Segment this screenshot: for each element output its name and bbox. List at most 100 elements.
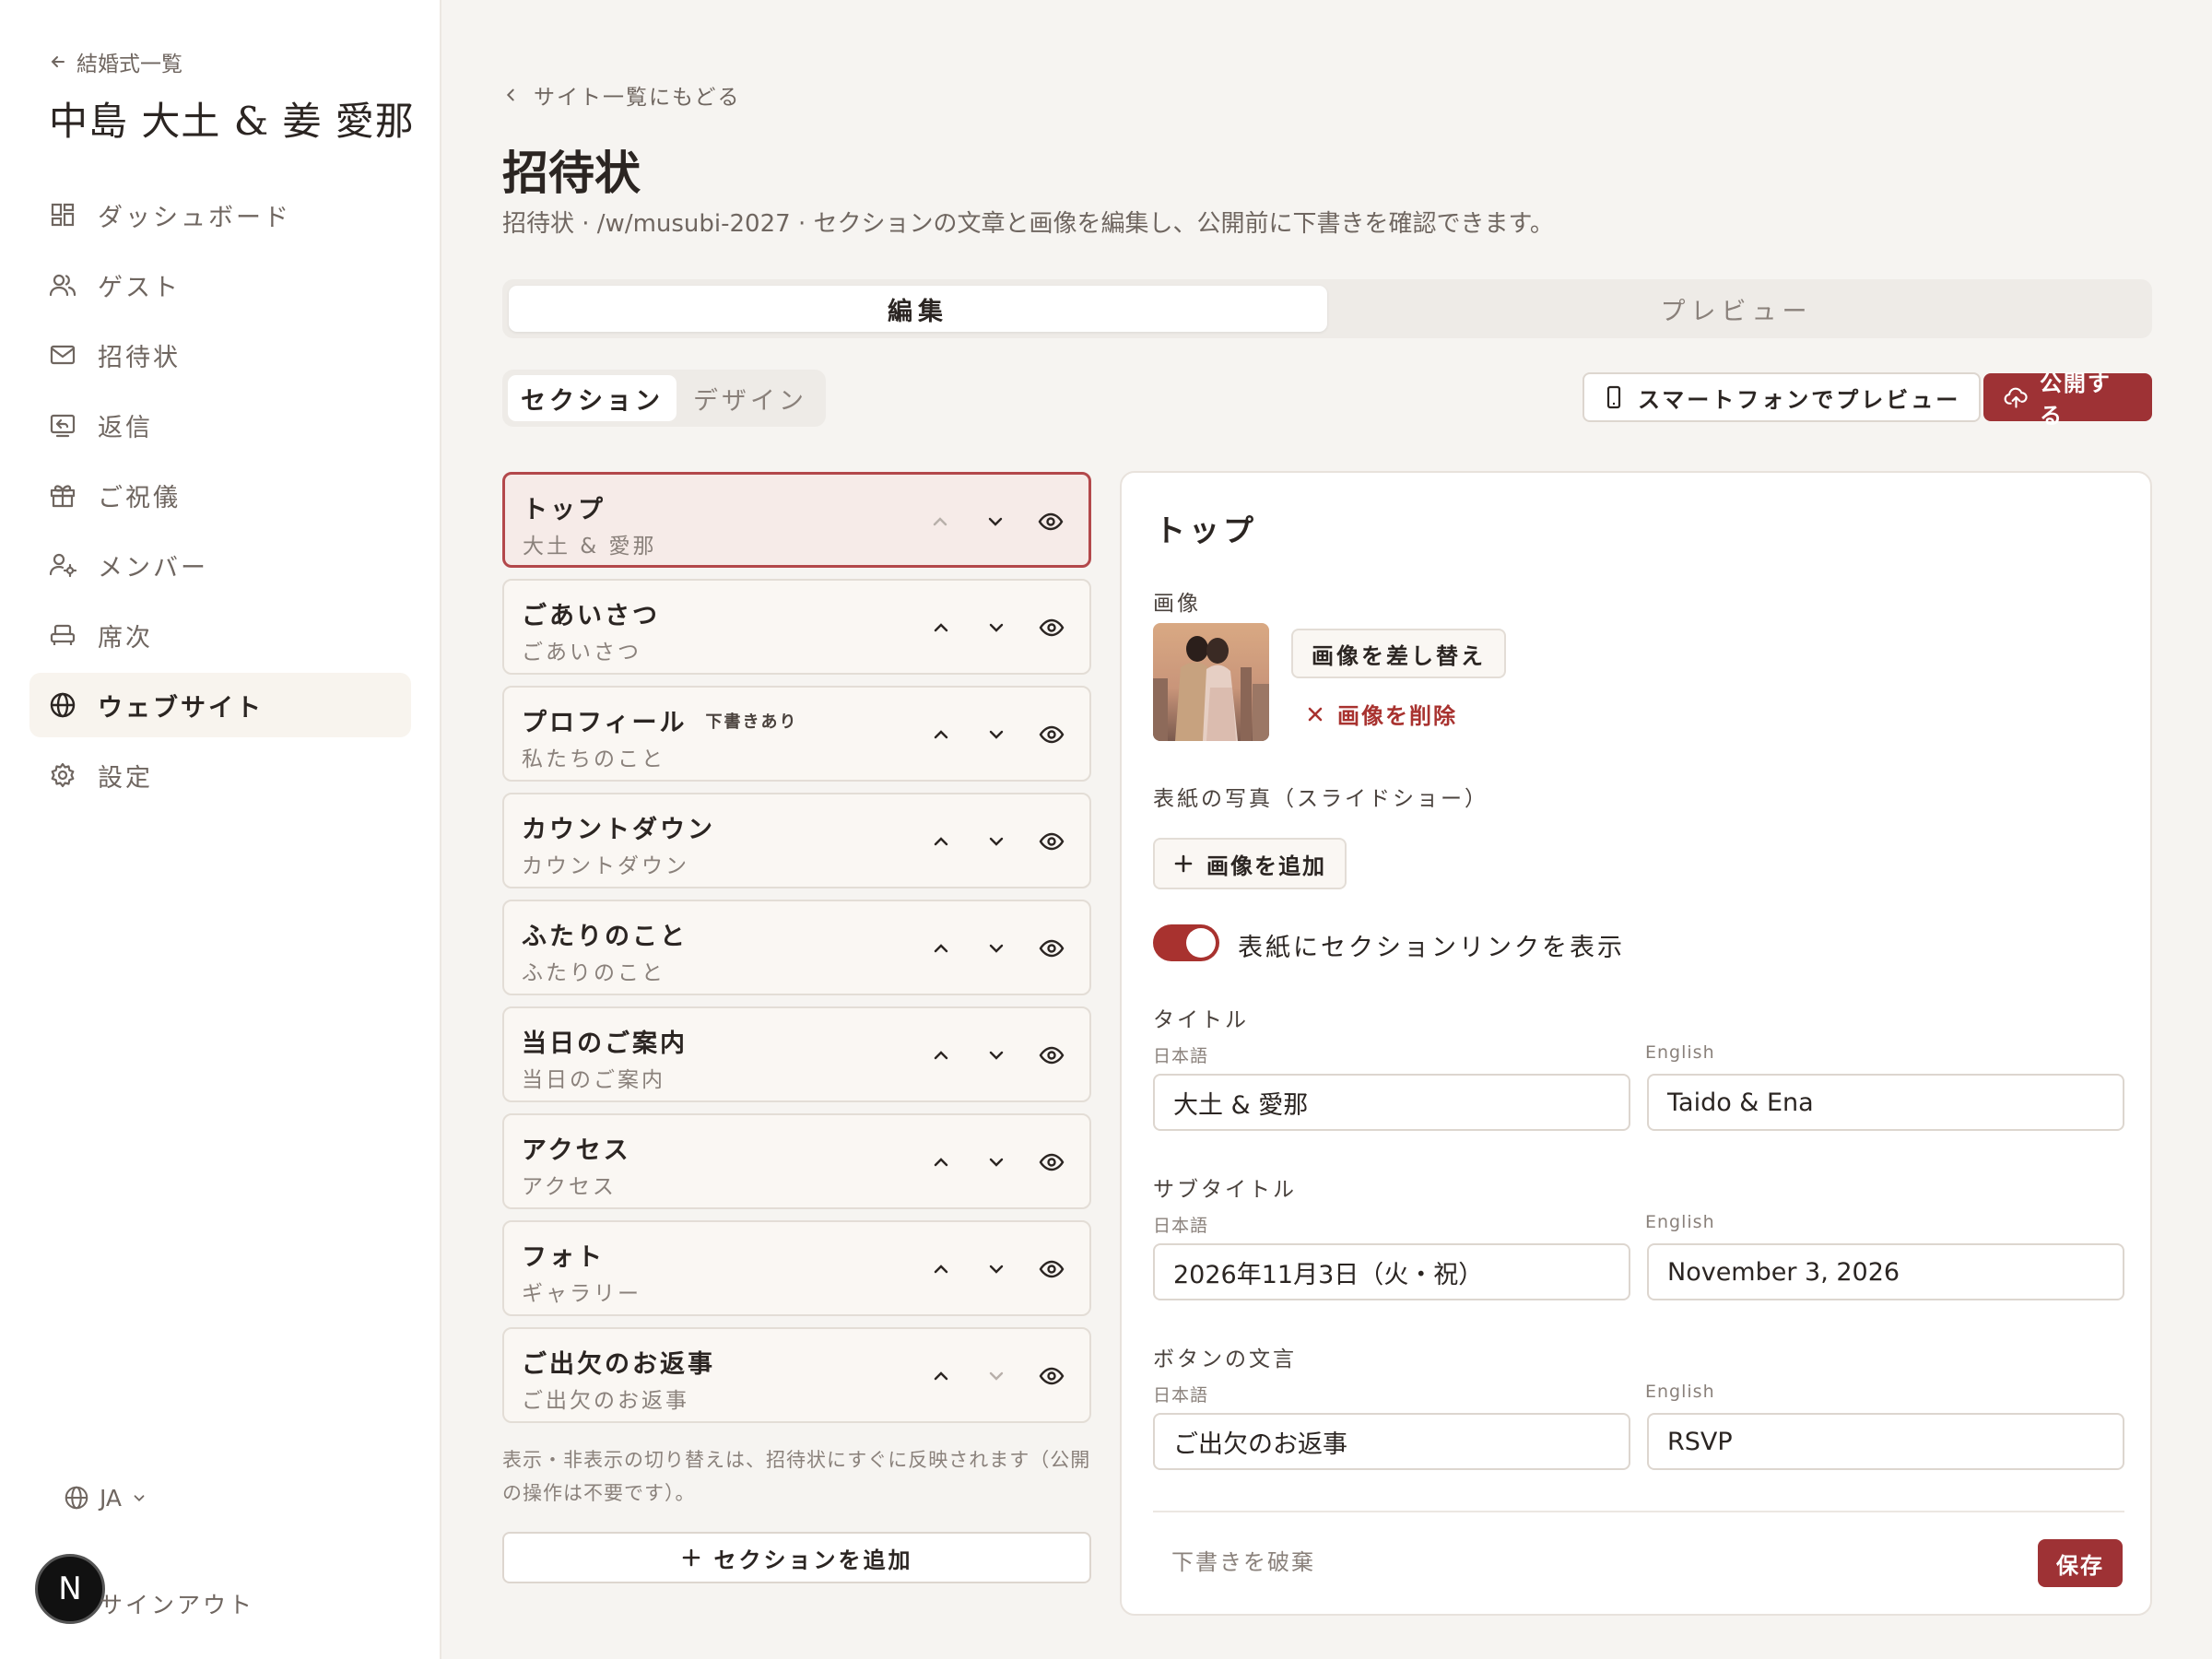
sidebar-item-label: ご祝儀 bbox=[98, 483, 181, 512]
smartphone-preview-button[interactable]: スマートフォンでプレビュー bbox=[1583, 372, 1982, 422]
chevron-up-icon[interactable] bbox=[927, 721, 955, 748]
eye-icon[interactable] bbox=[1038, 614, 1065, 641]
section-name-wrap: カウントダウン bbox=[522, 809, 715, 845]
section-name: ふたりのこと bbox=[522, 923, 688, 951]
section-link-toggle[interactable] bbox=[1153, 924, 1219, 961]
replace-image-button[interactable]: 画像を差し替え bbox=[1291, 629, 1506, 678]
sidebar-item-seating[interactable]: 席次 bbox=[29, 603, 411, 667]
section-actions bbox=[926, 508, 1065, 535]
publish-button[interactable]: 公開する bbox=[1983, 371, 2152, 429]
delete-image-button[interactable]: 画像を削除 bbox=[1306, 698, 1457, 730]
eye-icon[interactable] bbox=[1038, 1255, 1065, 1283]
chevron-up-icon[interactable] bbox=[927, 614, 955, 641]
subtitle-en-label: English bbox=[1645, 1212, 1715, 1232]
section-subtitle: 私たちのこと bbox=[522, 747, 665, 771]
section-item-profile[interactable]: プロフィール 下書きあり 私たちのこと bbox=[502, 686, 1091, 782]
button-ja-input[interactable]: ご出欠のお返事 bbox=[1153, 1413, 1630, 1470]
add-image-button[interactable]: 画像を追加 bbox=[1153, 838, 1347, 889]
section-name-wrap: ふたりのこと bbox=[522, 916, 688, 952]
section-item-top[interactable]: トップ 大土 & 愛那 bbox=[502, 472, 1091, 568]
section-name: ごあいさつ bbox=[522, 602, 660, 630]
section-name-wrap: アクセス bbox=[522, 1130, 631, 1166]
section-name: アクセス bbox=[522, 1136, 631, 1165]
save-button[interactable]: 保存 bbox=[2038, 1539, 2123, 1587]
sidebar-item-gifts[interactable]: ご祝儀 bbox=[29, 463, 411, 527]
chevron-down-icon[interactable] bbox=[982, 1362, 1010, 1390]
visibility-note: 表示・非表示の切り替えは、招待状にすぐに反映されます（公開の操作は不要です）。 bbox=[502, 1449, 1091, 1504]
section-name: トップ bbox=[523, 496, 606, 524]
section-item-greeting[interactable]: ごあいさつ ごあいさつ bbox=[502, 579, 1091, 675]
gift-icon bbox=[50, 485, 76, 508]
couple-name: 中島 大土 & 姜 愛那 bbox=[49, 99, 415, 144]
discard-draft-button[interactable]: 下書きを破棄 bbox=[1171, 1544, 1315, 1576]
chevron-up-icon[interactable] bbox=[927, 1148, 955, 1176]
language-selector[interactable]: JA bbox=[63, 1484, 147, 1512]
button-en-input[interactable]: RSVP bbox=[1647, 1413, 2124, 1470]
button-en-label: English bbox=[1645, 1382, 1715, 1402]
chevron-down-icon bbox=[134, 1495, 145, 1501]
globe-icon bbox=[50, 692, 76, 718]
chevron-up-icon[interactable] bbox=[926, 508, 954, 535]
chevron-down-icon[interactable] bbox=[982, 721, 1010, 748]
subtitle-en-input[interactable]: November 3, 2026 bbox=[1647, 1243, 2124, 1300]
eye-icon[interactable] bbox=[1037, 508, 1065, 535]
chevron-down-icon[interactable] bbox=[982, 1255, 1010, 1283]
tab-edit[interactable]: 編集 bbox=[509, 286, 1327, 332]
chevron-down-icon[interactable] bbox=[982, 1041, 1010, 1069]
globe-icon bbox=[65, 1486, 88, 1510]
eye-icon[interactable] bbox=[1038, 1041, 1065, 1069]
title-en-input[interactable]: Taido & Ena bbox=[1647, 1074, 2124, 1131]
add-section-button[interactable]: セクションを追加 bbox=[502, 1532, 1091, 1583]
section-item-day-info[interactable]: 当日のご案内 当日のご案内 bbox=[502, 1006, 1091, 1102]
eye-icon[interactable] bbox=[1038, 935, 1065, 962]
main-tabs: 編集 プレビュー bbox=[502, 279, 2152, 338]
eye-icon[interactable] bbox=[1038, 1362, 1065, 1390]
section-actions bbox=[927, 1362, 1065, 1390]
back-to-sites-link[interactable]: サイト一覧にもどる bbox=[502, 79, 741, 111]
chevron-down-icon[interactable] bbox=[982, 614, 1010, 641]
cover-image-thumbnail bbox=[1153, 623, 1269, 741]
plus-icon bbox=[682, 1548, 700, 1567]
editor-title: トップ bbox=[1155, 512, 1257, 548]
sidebar-item-dashboard[interactable]: ダッシュボード bbox=[29, 182, 411, 247]
signout-button[interactable]: サインアウト bbox=[100, 1587, 254, 1620]
title-ja-input[interactable]: 大土 & 愛那 bbox=[1153, 1074, 1630, 1131]
eye-icon[interactable] bbox=[1038, 721, 1065, 748]
tab-design[interactable]: デザイン bbox=[680, 375, 820, 421]
chevron-up-icon[interactable] bbox=[927, 828, 955, 855]
eye-icon[interactable] bbox=[1038, 1148, 1065, 1176]
chevron-up-icon[interactable] bbox=[927, 1041, 955, 1069]
sidebar-item-settings[interactable]: 設定 bbox=[29, 743, 411, 807]
section-item-about-us[interactable]: ふたりのこと ふたりのこと bbox=[502, 900, 1091, 995]
tab-preview[interactable]: プレビュー bbox=[1327, 286, 2146, 332]
section-subtitle: ふたりのこと bbox=[522, 961, 665, 985]
section-item-access[interactable]: アクセス アクセス bbox=[502, 1113, 1091, 1209]
sidebar-item-invitation[interactable]: 招待状 bbox=[29, 323, 411, 387]
sidebar-item-label: 設定 bbox=[98, 763, 153, 793]
sidebar-item-members[interactable]: メンバー bbox=[29, 533, 411, 597]
tab-sections[interactable]: セクション bbox=[508, 375, 677, 421]
subtitle-ja-input[interactable]: 2026年11月3日（火・祝） bbox=[1153, 1243, 1630, 1300]
sidebar-item-label: ウェブサイト bbox=[98, 693, 264, 723]
chevron-down-icon[interactable] bbox=[982, 1148, 1010, 1176]
sidebar-nav: ダッシュボード ゲスト 招待状 返信 ご祝儀 メンバー 席次 ウェブサイト 設定 bbox=[29, 182, 411, 813]
sidebar-item-replies[interactable]: 返信 bbox=[29, 393, 411, 457]
section-item-photo[interactable]: フォト ギャラリー bbox=[502, 1220, 1091, 1316]
chevron-up-icon[interactable] bbox=[927, 1255, 955, 1283]
avatar[interactable]: N bbox=[35, 1554, 105, 1624]
title-ja-label: 日本語 bbox=[1153, 1046, 1209, 1066]
section-item-countdown[interactable]: カウントダウン カウントダウン bbox=[502, 793, 1091, 888]
chevron-up-icon[interactable] bbox=[927, 1362, 955, 1390]
chevron-down-icon[interactable] bbox=[982, 508, 1009, 535]
sidebar-item-website[interactable]: ウェブサイト bbox=[29, 673, 411, 737]
back-to-sites-label: サイト一覧にもどる bbox=[534, 86, 741, 110]
back-to-weddings-link[interactable]: 結婚式一覧 bbox=[49, 46, 182, 77]
add-image-label: 画像を追加 bbox=[1206, 853, 1326, 879]
chevron-up-icon[interactable] bbox=[927, 935, 955, 962]
sidebar-item-guests[interactable]: ゲスト bbox=[29, 253, 411, 317]
chevron-down-icon[interactable] bbox=[982, 935, 1010, 962]
chevron-down-icon[interactable] bbox=[982, 828, 1010, 855]
eye-icon[interactable] bbox=[1038, 828, 1065, 855]
users-icon bbox=[49, 274, 76, 297]
section-item-rsvp[interactable]: ご出欠のお返事 ご出欠のお返事 bbox=[502, 1327, 1091, 1423]
